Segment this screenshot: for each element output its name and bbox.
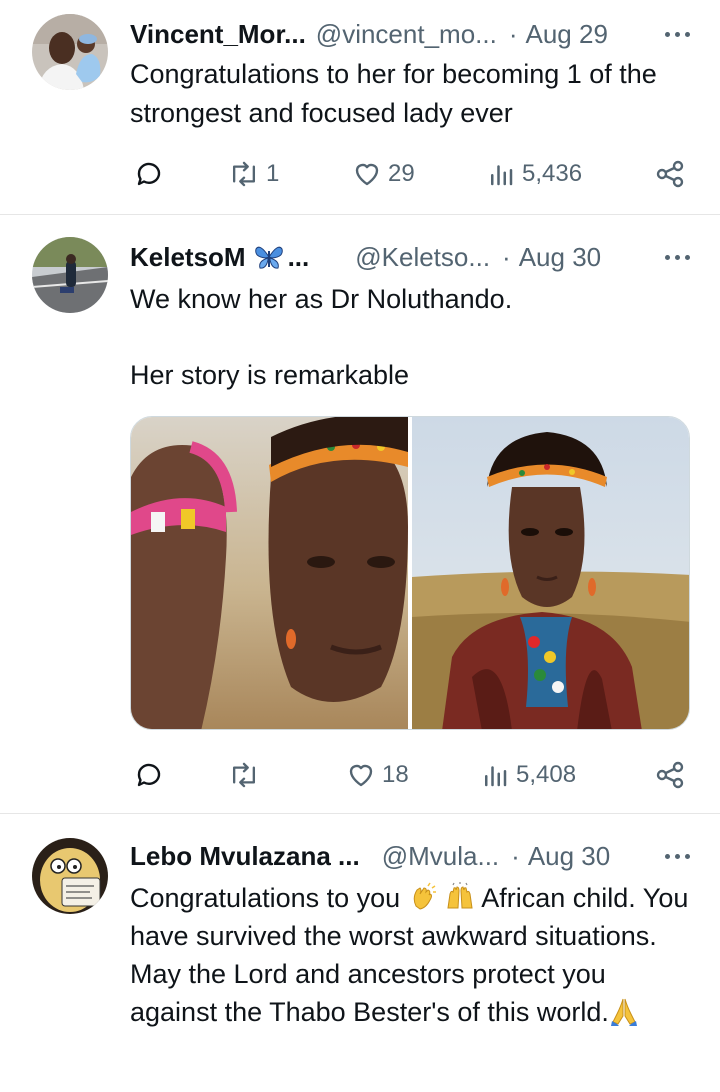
- ellipsis-icon[interactable]: [665, 237, 690, 277]
- butterfly-emoji: [254, 246, 283, 269]
- tweet-text-part-1: Congratulations to you: [130, 883, 401, 913]
- action-bar: 1 29 5,436: [130, 154, 690, 194]
- tweet-header: Vincent_Mor... @vincent_mo... · Aug 29: [130, 14, 690, 54]
- media-image-left[interactable]: [131, 417, 408, 729]
- user-handle[interactable]: @Mvula...: [382, 841, 499, 872]
- separator-dot: ·: [502, 241, 511, 272]
- like-button[interactable]: 29: [352, 154, 415, 194]
- display-name[interactable]: Vincent_Mor...: [130, 19, 306, 50]
- display-name[interactable]: KeletsoM: [130, 242, 246, 273]
- reply-button[interactable]: [134, 755, 164, 795]
- bar-chart-icon: [485, 766, 507, 787]
- media-image-right[interactable]: [412, 417, 689, 729]
- share-button[interactable]: [654, 154, 686, 194]
- display-name-suffix: ...: [287, 241, 310, 272]
- share-button[interactable]: [654, 755, 686, 795]
- clapping-hands-emoji: [413, 882, 436, 910]
- folded-hands-emoji: [610, 998, 637, 1026]
- tweet-header: KeletsoM ... @Keletso... · Aug 30: [130, 237, 690, 277]
- tweet-date[interactable]: Aug 30: [528, 841, 610, 872]
- tweet-2[interactable]: KeletsoM ... @Keletso... · Aug 30 We kno…: [0, 215, 720, 813]
- speech-bubble-icon: [137, 763, 161, 787]
- like-count: 29: [388, 160, 415, 187]
- reply-button[interactable]: [134, 154, 164, 194]
- repost-button[interactable]: 1: [228, 154, 279, 194]
- share-icon: [656, 761, 684, 789]
- user-handle[interactable]: @Keletso...: [355, 242, 490, 273]
- like-count: 18: [382, 761, 409, 788]
- views-button[interactable]: 5,408: [480, 755, 576, 795]
- separator-dot: ·: [508, 18, 518, 49]
- tweet-text-line-2: Her story is remarkable: [130, 360, 410, 390]
- heart-icon: [355, 163, 379, 186]
- speech-bubble-icon: [137, 162, 161, 186]
- user-handle[interactable]: @vincent_mo...: [316, 19, 497, 50]
- ellipsis-icon[interactable]: [665, 836, 690, 876]
- tweet-text-line-1: We know her as Dr Noluthando.: [130, 284, 513, 314]
- separator-dot: ·: [511, 840, 520, 871]
- views-button[interactable]: 5,436: [486, 154, 582, 194]
- action-bar: 18 5,408: [130, 755, 690, 795]
- tweet-text: Congratulations to you African child. Yo…: [130, 879, 690, 1031]
- view-count: 5,436: [522, 160, 583, 187]
- tweet-date[interactable]: Aug 30: [519, 242, 601, 273]
- repost-icon: [232, 161, 256, 187]
- repost-button[interactable]: [228, 755, 266, 795]
- tweet-media[interactable]: [130, 416, 690, 730]
- repost-icon: [232, 762, 256, 788]
- display-name[interactable]: Lebo Mvulazana ...: [130, 841, 360, 872]
- tweet-date[interactable]: Aug 29: [526, 19, 608, 50]
- repost-count: 1: [266, 160, 280, 187]
- raising-hands-emoji: [447, 882, 473, 909]
- tweet-text: Congratulations to her for becoming 1 of…: [130, 59, 665, 128]
- ellipsis-icon[interactable]: [665, 14, 690, 54]
- tweet-3[interactable]: Lebo Mvulazana ... @Mvula... · Aug 30 Co…: [0, 814, 720, 1092]
- like-button[interactable]: 18: [346, 755, 409, 795]
- tweet-1[interactable]: Vincent_Mor... @vincent_mo... · Aug 29 C…: [0, 0, 720, 214]
- tweet-header: Lebo Mvulazana ... @Mvula... · Aug 30: [130, 836, 690, 876]
- avatar-lebo[interactable]: [32, 838, 108, 914]
- share-icon: [656, 160, 684, 188]
- view-count: 5,408: [516, 761, 577, 788]
- heart-icon: [349, 764, 373, 787]
- bar-chart-icon: [491, 165, 513, 186]
- avatar-keletso[interactable]: [32, 237, 108, 313]
- avatar-vincent[interactable]: [32, 14, 108, 90]
